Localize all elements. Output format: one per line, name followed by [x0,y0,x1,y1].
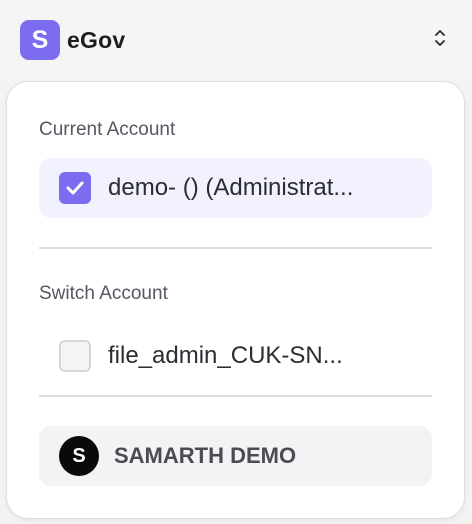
brand-logo: S [20,20,60,60]
switch-account-checkbox[interactable] [59,340,91,372]
switch-account-item[interactable]: file_admin_CUK-SN... [39,326,432,386]
current-account-checkbox[interactable] [59,172,91,204]
organization-avatar: S [59,436,99,476]
switch-account-name: file_admin_CUK-SN... [108,342,343,369]
current-account-name: demo- () (Administrat... [108,174,354,201]
organization-item[interactable]: S SAMARTH DEMO [39,426,432,486]
account-switcher-toggle[interactable] [432,27,448,49]
current-account-heading: Current Account [39,119,176,140]
checkmark-icon [66,181,84,195]
brand-name: eGov [67,26,126,53]
organization-name: SAMARTH DEMO [114,443,297,468]
divider [39,395,432,397]
chevron-up-down-icon [435,30,445,46]
divider [39,247,432,249]
current-account-item[interactable]: demo- () (Administrat... [39,158,432,218]
switch-account-heading: Switch Account [39,283,168,304]
brand: S eGov [20,20,125,60]
account-dropdown-panel: Current Account demo- () (Administrat...… [6,81,465,519]
top-bar: S eGov [0,0,472,80]
